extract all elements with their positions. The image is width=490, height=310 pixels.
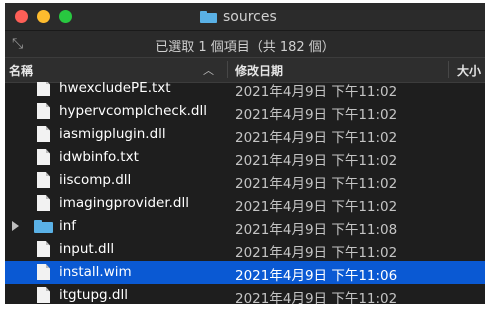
window-title: sources [200, 7, 277, 27]
file-date: 2021年4月9日 下午11:02 [235, 245, 398, 261]
status-text: 已選取 1 個項目（共 182 個） [155, 40, 335, 55]
file-name: hwexcludePE.txt [59, 82, 171, 96]
file-row[interactable]: input.dll 2021年4月9日 下午11:02 [5, 238, 485, 261]
file-date: 2021年4月9日 下午11:02 [235, 130, 398, 146]
file-list: hwexcludePE.txt 2021年4月9日 下午11:02 hyperv… [5, 82, 485, 304]
document-icon [37, 287, 50, 303]
title-bar: sources [5, 3, 485, 30]
disclosure-triangle-icon[interactable] [12, 221, 19, 231]
file-name: inf [59, 218, 77, 234]
finder-window: sources ⤡ 已選取 1 個項目（共 182 個） 名稱 ︿ 修改日期 大… [5, 3, 485, 304]
file-date: 2021年4月9日 下午11:02 [235, 176, 398, 192]
document-icon [37, 149, 50, 165]
folder-row[interactable]: inf 2021年4月9日 下午11:08 [5, 215, 485, 238]
close-window-button[interactable] [15, 10, 28, 23]
file-date: 2021年4月9日 下午11:02 [235, 291, 398, 304]
file-row[interactable]: iasmigplugin.dll 2021年4月9日 下午11:02 [5, 123, 485, 146]
folder-icon [200, 11, 217, 23]
minimize-window-button[interactable] [37, 10, 50, 23]
file-name: hypervcomplcheck.dll [59, 103, 207, 119]
document-icon [37, 82, 50, 96]
file-date: 2021年4月9日 下午11:02 [235, 107, 398, 123]
file-row[interactable]: idwbinfo.txt 2021年4月9日 下午11:02 [5, 146, 485, 169]
file-name: itgtupg.dll [59, 287, 128, 303]
file-date: 2021年4月9日 下午11:02 [235, 84, 398, 100]
zoom-window-button[interactable] [59, 10, 72, 23]
status-bar: ⤡ 已選取 1 個項目（共 182 個） [5, 30, 485, 58]
column-header-date[interactable]: 修改日期 [235, 62, 283, 79]
folder-icon [34, 220, 53, 233]
document-icon [37, 195, 50, 211]
column-header-size[interactable]: 大小 [457, 62, 481, 79]
window-title-text: sources [223, 9, 277, 25]
file-date: 2021年4月9日 下午11:02 [235, 199, 398, 215]
file-name: imagingprovider.dll [59, 195, 189, 211]
file-row[interactable]: hypervcomplcheck.dll 2021年4月9日 下午11:02 [5, 100, 485, 123]
file-date: 2021年4月9日 下午11:06 [235, 268, 398, 284]
file-name: iiscomp.dll [59, 172, 132, 188]
sort-ascending-icon[interactable]: ︿ [203, 62, 214, 78]
column-divider[interactable] [227, 61, 228, 78]
file-name: idwbinfo.txt [59, 149, 139, 165]
document-icon [37, 103, 50, 119]
file-name: iasmigplugin.dll [59, 126, 166, 142]
document-icon [37, 172, 50, 188]
column-divider[interactable] [448, 61, 449, 78]
file-name: input.dll [59, 241, 115, 257]
document-icon [37, 241, 50, 257]
file-row[interactable]: imagingprovider.dll 2021年4月9日 下午11:02 [5, 192, 485, 215]
file-row[interactable]: iiscomp.dll 2021年4月9日 下午11:02 [5, 169, 485, 192]
column-header-name[interactable]: 名稱 [9, 62, 33, 79]
file-row-selected[interactable]: install.wim 2021年4月9日 下午11:06 [5, 261, 485, 284]
column-header: 名稱 ︿ 修改日期 大小 [5, 57, 485, 83]
file-row[interactable]: itgtupg.dll 2021年4月9日 下午11:02 [5, 284, 485, 304]
document-icon [37, 126, 50, 142]
document-icon [37, 264, 50, 280]
file-row[interactable]: hwexcludePE.txt 2021年4月9日 下午11:02 [5, 82, 485, 100]
file-date: 2021年4月9日 下午11:08 [235, 222, 398, 238]
file-date: 2021年4月9日 下午11:02 [235, 153, 398, 169]
file-name: install.wim [59, 264, 132, 280]
